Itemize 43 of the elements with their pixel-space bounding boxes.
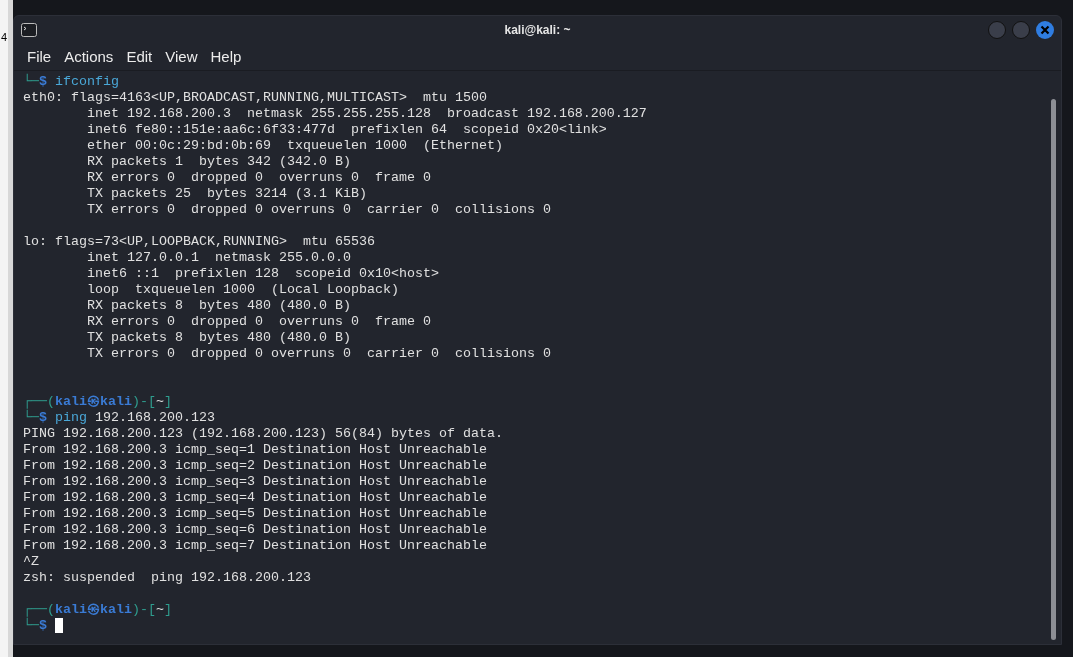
- terminal-line: TX errors 0 dropped 0 overruns 0 carrier 0 collisions 0: [86, 202, 551, 218]
- terminal-line: RX packets 8 bytes 480 (480.0 B): [86, 298, 351, 314]
- terminal-line: From 192.168.200.3 icmp_seq=2 Destination Host Unreachable: [23, 458, 487, 474]
- terminal-line: From 192.168.200.3 icmp_seq=1 Destination Host Unreachable: [23, 442, 487, 458]
- terminal-line: RX packets 1 bytes 342 (342.0 B): [86, 154, 351, 170]
- terminal-line: From 192.168.200.3 icmp_seq=3 Destination Host Unreachable: [23, 474, 487, 490]
- window-title: kali@kali: ~: [504, 22, 571, 39]
- close-button[interactable]: [1036, 21, 1054, 39]
- terminal-line: RX errors 0 dropped 0 overruns 0 frame 0: [86, 170, 431, 186]
- terminal-line: └─$: [23, 618, 63, 634]
- terminal-line: TX packets 8 bytes 480 (480.0 B): [86, 330, 351, 346]
- menu-item[interactable]: Edit: [126, 45, 153, 69]
- terminal-line: From 192.168.200.3 icmp_seq=5 Destination Host Unreachable: [23, 506, 487, 522]
- terminal-line: From 192.168.200.3 icmp_seq=7 Destination Host Unreachable: [23, 538, 487, 554]
- terminal-line: From 192.168.200.3 icmp_seq=6 Destination Host Unreachable: [23, 522, 487, 538]
- terminal-line: ^Z: [23, 554, 39, 570]
- close-icon: [1040, 25, 1050, 35]
- terminal-line: TX packets 25 bytes 3214 (3.1 KiB): [86, 186, 367, 202]
- menu-item[interactable]: Help: [210, 45, 242, 69]
- terminal-line: inet6 fe80::151e:aa6c:6f33:477d prefixlen 64 scopeid 0x20<link>: [86, 122, 607, 138]
- terminal-line: ┌──(kali㉿kali)-[~]: [23, 602, 172, 618]
- menu-item[interactable]: Actions: [64, 45, 114, 69]
- terminal-line: ┌──(kali㉿kali)-[~]: [23, 394, 172, 410]
- scrollbar-thumb[interactable]: [1050, 99, 1056, 640]
- terminal-line: PING 192.168.200.123 (192.168.200.123) 56(84) bytes of data.: [23, 426, 503, 442]
- terminal-line: inet 192.168.200.3 netmask 255.255.255.128 broadcast 192.168.200.127: [86, 106, 647, 122]
- terminal-line: └─$ ping 192.168.200.123: [23, 410, 215, 426]
- terminal-line: RX errors 0 dropped 0 overruns 0 frame 0: [86, 314, 431, 330]
- terminal-line: ether 00:0c:29:bd:0b:69 txqueuelen 1000 (Ethernet): [86, 138, 503, 154]
- terminal-line: lo: flags=73<UP,LOOPBACK,RUNNING> mtu 65536: [23, 234, 375, 250]
- terminal-icon: [21, 23, 37, 37]
- terminal-line: inet6 ::1 prefixlen 128 scopeid 0x10<host>: [86, 266, 439, 282]
- edge-label: 4: [1, 32, 8, 43]
- terminal-line: zsh: suspended ping 192.168.200.123: [23, 570, 311, 586]
- terminal-line: └─$ ifconfig: [23, 74, 119, 90]
- terminal-line: From 192.168.200.3 icmp_seq=4 Destination Host Unreachable: [23, 490, 487, 506]
- terminal-line: eth0: flags=4163<UP,BROADCAST,RUNNING,MULTICAST> mtu 1500: [23, 90, 487, 106]
- cursor: [55, 618, 63, 633]
- menu-item[interactable]: File: [27, 45, 52, 69]
- menu-item[interactable]: View: [165, 45, 198, 69]
- terminal-line: inet 127.0.0.1 netmask 255.0.0.0: [86, 250, 351, 266]
- terminal-line: loop txqueuelen 1000 (Local Loopback): [86, 282, 399, 298]
- terminal-line: TX errors 0 dropped 0 overruns 0 carrier 0 collisions 0: [86, 346, 551, 362]
